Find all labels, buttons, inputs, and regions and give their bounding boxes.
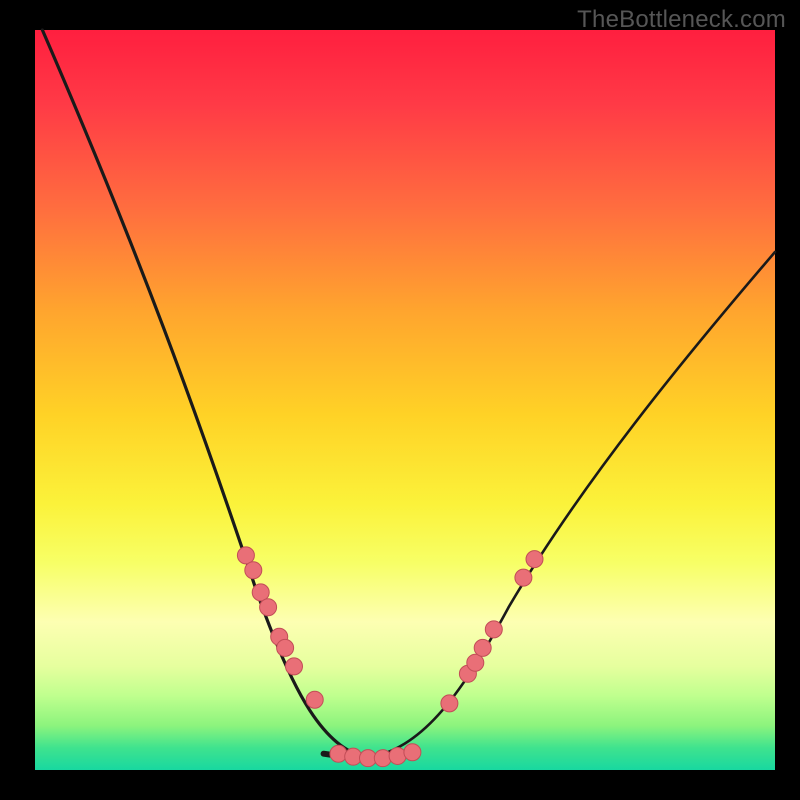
data-dot — [441, 695, 458, 712]
curve-path — [368, 252, 775, 758]
outer-frame: TheBottleneck.com — [0, 0, 800, 800]
data-dot — [474, 639, 491, 656]
data-dot — [286, 658, 303, 675]
data-dot — [374, 750, 391, 767]
data-dot — [260, 599, 277, 616]
data-dot — [306, 691, 323, 708]
data-dot — [330, 745, 347, 762]
curve-path — [42, 30, 368, 758]
data-dot — [485, 621, 502, 638]
data-dot — [515, 569, 532, 586]
data-dot — [245, 562, 262, 579]
curve-layer — [42, 30, 775, 758]
chart-svg — [35, 30, 775, 770]
data-dot — [277, 639, 294, 656]
data-dot — [526, 551, 543, 568]
data-dot — [404, 744, 421, 761]
plot-area — [35, 30, 775, 770]
data-dot — [389, 747, 406, 764]
